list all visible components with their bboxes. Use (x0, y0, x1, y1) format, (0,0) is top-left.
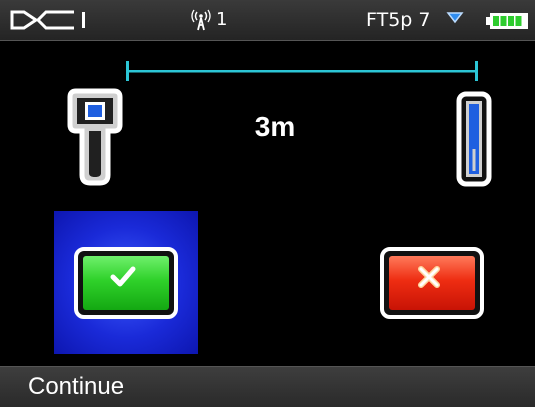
status-bar: 1 FT5p 7 (0, 0, 535, 41)
continue-label: Continue (28, 373, 125, 400)
locator-receiver-icon (67, 88, 123, 186)
footer-bar: Continue (0, 366, 535, 407)
channel-number: 1 (216, 9, 228, 30)
checkmark-icon (110, 266, 136, 287)
cancel-button[interactable] (380, 247, 484, 319)
antenna-signal-icon (191, 9, 211, 31)
confirm-button[interactable] (54, 211, 198, 354)
distance-indicator-line (126, 61, 478, 81)
x-icon (418, 266, 440, 288)
dci-logo (10, 10, 85, 30)
distance-label: 3m (254, 111, 296, 142)
triangle-down-icon[interactable] (446, 10, 464, 26)
battery-full-icon (486, 13, 528, 29)
transmitter-icon (456, 91, 492, 187)
confirm-button-frame (74, 247, 178, 319)
main-panel: 3m (0, 41, 535, 366)
frequency-label: FT5p 7 (366, 9, 431, 31)
